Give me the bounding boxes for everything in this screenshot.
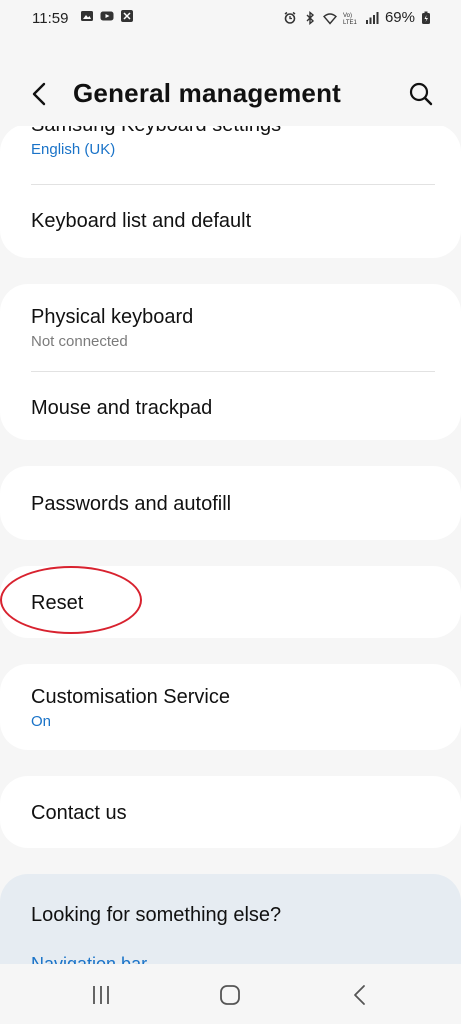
settings-card-input-devices: Physical keyboard Not connected Mouse an… xyxy=(0,284,461,440)
item-title: Physical keyboard xyxy=(31,306,194,328)
bluetooth-icon xyxy=(306,10,315,25)
settings-card-customisation: Customisation Service On xyxy=(0,664,461,750)
item-subtitle: Not connected xyxy=(31,333,128,350)
suggestion-card: Looking for something else? Navigation b… xyxy=(0,874,461,964)
wifi-icon xyxy=(322,12,337,25)
volte-icon: Vo)LTE1 xyxy=(343,13,358,25)
recents-icon[interactable] xyxy=(86,980,116,1010)
item-title: Customisation Service xyxy=(31,686,230,708)
status-bar: 11:59 Vo) LTE1 69% xyxy=(0,0,461,38)
navigation-bar xyxy=(0,964,461,1024)
status-time: 11:59 xyxy=(32,10,69,27)
search-icon[interactable] xyxy=(403,76,439,112)
status-system-icons: Vo) LTE1 69% xyxy=(283,9,431,26)
list-item-physical-keyboard[interactable]: Physical keyboard Not connected xyxy=(31,306,435,350)
settings-card-keyboard: Samsung Keyboard settings English (UK) K… xyxy=(0,126,461,258)
battery-icon xyxy=(422,11,430,24)
battery-percentage: 69% xyxy=(384,9,415,26)
list-item-keyboard-list[interactable]: Keyboard list and default xyxy=(31,210,435,233)
youtube-icon xyxy=(100,11,114,21)
item-title: Mouse and trackpad xyxy=(31,397,213,419)
signal-icon xyxy=(365,11,379,24)
list-item-samsung-keyboard-settings[interactable]: Samsung Keyboard settings English (UK) xyxy=(31,126,435,158)
app-icon xyxy=(121,10,133,22)
suggestion-title: Looking for something else? xyxy=(31,904,435,927)
alarm-icon xyxy=(284,11,296,24)
settings-card-passwords: Passwords and autofill xyxy=(0,466,461,540)
app-header: General management xyxy=(0,62,461,126)
settings-card-contact: Contact us xyxy=(0,776,461,848)
svg-text:LTE1: LTE1 xyxy=(343,20,358,25)
suggestion-link-text: Navigation bar xyxy=(31,954,148,964)
highlight-annotation-circle xyxy=(0,566,142,634)
list-item-mouse-trackpad[interactable]: Mouse and trackpad xyxy=(31,397,435,420)
suggestion-link-navigation-bar[interactable]: Navigation bar xyxy=(31,954,435,964)
svg-text:Vo): Vo) xyxy=(343,13,352,19)
item-title: Keyboard list and default xyxy=(31,210,252,232)
status-notification-icons xyxy=(80,9,134,23)
item-title: Passwords and autofill xyxy=(31,493,232,515)
list-item-passwords-autofill[interactable]: Passwords and autofill xyxy=(31,493,435,516)
back-arrow-icon[interactable] xyxy=(22,76,58,112)
item-title: Contact us xyxy=(31,802,127,824)
back-icon[interactable] xyxy=(345,980,375,1010)
page-title: General management xyxy=(73,78,342,108)
gallery-icon xyxy=(81,11,93,21)
item-title: Samsung Keyboard settings xyxy=(31,126,435,137)
suggestion-title-text: Looking for something else? xyxy=(31,904,282,926)
settings-list[interactable]: Samsung Keyboard settings English (UK) K… xyxy=(0,126,461,964)
list-item-contact-us[interactable]: Contact us xyxy=(31,802,435,825)
divider xyxy=(31,371,435,372)
list-item-customisation-service[interactable]: Customisation Service On xyxy=(31,686,435,730)
item-subtitle: English (UK) xyxy=(31,141,116,158)
home-icon[interactable] xyxy=(215,980,245,1010)
item-subtitle: On xyxy=(31,713,52,730)
divider xyxy=(31,184,435,185)
